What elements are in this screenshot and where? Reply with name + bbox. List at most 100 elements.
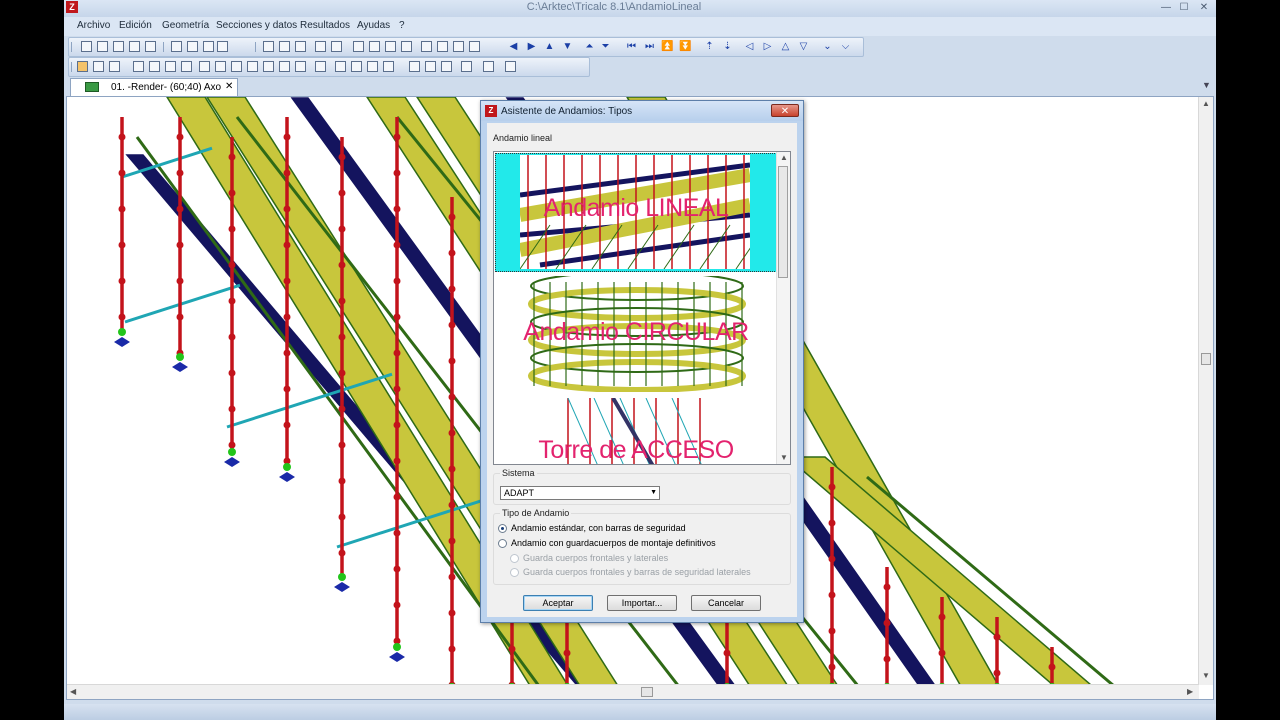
preview-item-lineal[interactable]: Andamio LINEAL xyxy=(494,152,778,273)
down-icon[interactable]: ▽ xyxy=(797,40,810,53)
scroll-up-icon[interactable]: ▲ xyxy=(1202,99,1210,108)
cancel-button[interactable]: Cancelar xyxy=(691,595,761,611)
dialog-close-button[interactable]: ✕ xyxy=(771,104,799,117)
scaffold-type-list[interactable]: Andamio LINEAL Andamio CIRCULAR Torre de… xyxy=(493,151,791,465)
node-icon[interactable] xyxy=(353,41,364,52)
menu-secciones-y-datos[interactable]: Secciones y datos xyxy=(216,20,297,31)
top-icon[interactable]: ⏫ xyxy=(661,40,674,53)
arrows-down-icon[interactable]: ⏷ xyxy=(599,40,612,53)
vertical-scrollbar[interactable]: ▲ ▼ xyxy=(1198,97,1213,685)
arrow-down-icon[interactable]: ▼ xyxy=(561,40,574,53)
dialog-title-bar[interactable]: Z Asistente de Andamios: Tipos ✕ xyxy=(481,101,803,121)
horizontal-scrollbar[interactable]: ◀ ▶ xyxy=(67,684,1199,699)
options-icon[interactable] xyxy=(505,61,516,72)
toolbar-grip[interactable] xyxy=(71,42,72,52)
grid-icon[interactable] xyxy=(263,41,274,52)
zoom-realtime-icon[interactable] xyxy=(295,61,306,72)
list-scrollbar[interactable]: ▲ ▼ xyxy=(776,152,790,464)
menu-edicion[interactable]: Edición xyxy=(119,20,152,31)
zoom-extents-icon[interactable] xyxy=(247,61,258,72)
split-view-icon[interactable] xyxy=(165,61,176,72)
copy-icon[interactable] xyxy=(171,41,182,52)
open-file-icon[interactable] xyxy=(97,41,108,52)
menu-lines-icon[interactable] xyxy=(461,61,472,72)
arrow-up-icon[interactable]: ▲ xyxy=(543,40,556,53)
zoom-out-icon[interactable] xyxy=(231,61,242,72)
list-scroll-up-icon[interactable]: ▲ xyxy=(780,153,788,162)
next-icon[interactable]: ▷ xyxy=(761,40,774,53)
arrow-left-icon[interactable]: ◀ xyxy=(507,40,520,53)
close-button[interactable]: ✕ xyxy=(1196,3,1212,13)
new-file-icon[interactable] xyxy=(81,41,92,52)
list-scroll-thumb[interactable] xyxy=(778,166,788,278)
up-icon[interactable]: △ xyxy=(779,40,792,53)
window-select-icon[interactable] xyxy=(149,61,160,72)
menu-geometria[interactable]: Geometría xyxy=(162,20,209,31)
refresh-icon[interactable] xyxy=(483,61,494,72)
dropdown-arrow-icon[interactable]: ▼ xyxy=(650,487,657,499)
preview-item-torre[interactable]: Torre de ACCESO xyxy=(494,396,778,464)
first-icon[interactable]: ⏮ xyxy=(625,40,638,53)
frame-icon[interactable] xyxy=(315,41,326,52)
zoom-previous-icon[interactable] xyxy=(279,61,290,72)
zoom-in-icon[interactable] xyxy=(215,61,226,72)
report-icon[interactable] xyxy=(469,41,480,52)
horizontal-scroll-thumb[interactable] xyxy=(641,687,653,697)
scroll-down-icon[interactable]: ▼ xyxy=(1202,671,1210,680)
clipboard-icon[interactable] xyxy=(203,41,214,52)
arrows-up-icon[interactable]: ⏶ xyxy=(583,40,596,53)
view-front-icon[interactable] xyxy=(335,61,346,72)
print-icon[interactable] xyxy=(145,41,156,52)
table-icon[interactable] xyxy=(279,41,290,52)
pan-icon[interactable] xyxy=(109,61,120,72)
list-icon[interactable] xyxy=(441,61,452,72)
menu-help[interactable]: ? xyxy=(399,20,405,31)
zoom-icon[interactable] xyxy=(199,61,210,72)
accept-button[interactable]: Aceptar xyxy=(523,595,593,611)
tab-menu-arrow-icon[interactable]: ▼ xyxy=(1202,80,1211,90)
collapse-icon[interactable]: ⌄ xyxy=(821,40,834,53)
close-tab-icon[interactable]: ✕ xyxy=(225,81,233,92)
view-top-icon[interactable] xyxy=(367,61,378,72)
edit-icon[interactable] xyxy=(409,61,420,72)
move-down-icon[interactable]: ⇣ xyxy=(721,40,734,53)
section-icon[interactable] xyxy=(331,41,342,52)
properties-icon[interactable] xyxy=(425,61,436,72)
menu-resultados[interactable]: Resultados xyxy=(300,20,350,31)
scroll-right-icon[interactable]: ▶ xyxy=(1187,687,1193,696)
view-dropdown-icon[interactable] xyxy=(217,41,228,52)
move-up-icon[interactable]: ⇡ xyxy=(703,40,716,53)
import-button[interactable]: Importar... xyxy=(607,595,677,611)
last-icon[interactable]: ⏭ xyxy=(643,40,656,53)
radio-button[interactable] xyxy=(498,539,507,548)
scroll-left-icon[interactable]: ◀ xyxy=(70,687,76,696)
sistema-select[interactable]: ADAPT ▼ xyxy=(500,486,660,500)
zoom-window-icon[interactable] xyxy=(263,61,274,72)
load-icon[interactable] xyxy=(385,41,396,52)
view-side-icon[interactable] xyxy=(351,61,362,72)
rotate-icon[interactable] xyxy=(93,61,104,72)
bottom-icon[interactable]: ⏬ xyxy=(679,40,692,53)
menu-ayudas[interactable]: Ayudas xyxy=(357,20,390,31)
render-icon[interactable] xyxy=(77,61,88,72)
solid-icon[interactable] xyxy=(315,61,326,72)
save-icon[interactable] xyxy=(129,41,140,52)
layers-icon[interactable] xyxy=(295,41,306,52)
layout-icon[interactable] xyxy=(181,61,192,72)
prev-icon[interactable]: ◁ xyxy=(743,40,756,53)
diagram-icon[interactable] xyxy=(437,41,448,52)
minimize-button[interactable]: — xyxy=(1158,3,1174,13)
view-axo-icon[interactable] xyxy=(383,61,394,72)
expand-icon[interactable]: ⌵ xyxy=(839,40,852,53)
chart-icon[interactable] xyxy=(453,41,464,52)
toolbar-grip[interactable] xyxy=(71,62,72,72)
menu-archivo[interactable]: Archivo xyxy=(77,20,110,31)
list-scroll-down-icon[interactable]: ▼ xyxy=(780,453,788,462)
paste-icon[interactable] xyxy=(187,41,198,52)
document-tab[interactable]: 01. -Render- (60;40) Axo ✕ xyxy=(70,78,238,96)
vertical-scroll-thumb[interactable] xyxy=(1201,353,1211,365)
radio-button[interactable] xyxy=(498,524,507,533)
support-icon[interactable] xyxy=(401,41,412,52)
arrow-right-icon[interactable]: ▶ xyxy=(525,40,538,53)
maximize-button[interactable]: ☐ xyxy=(1176,3,1192,13)
